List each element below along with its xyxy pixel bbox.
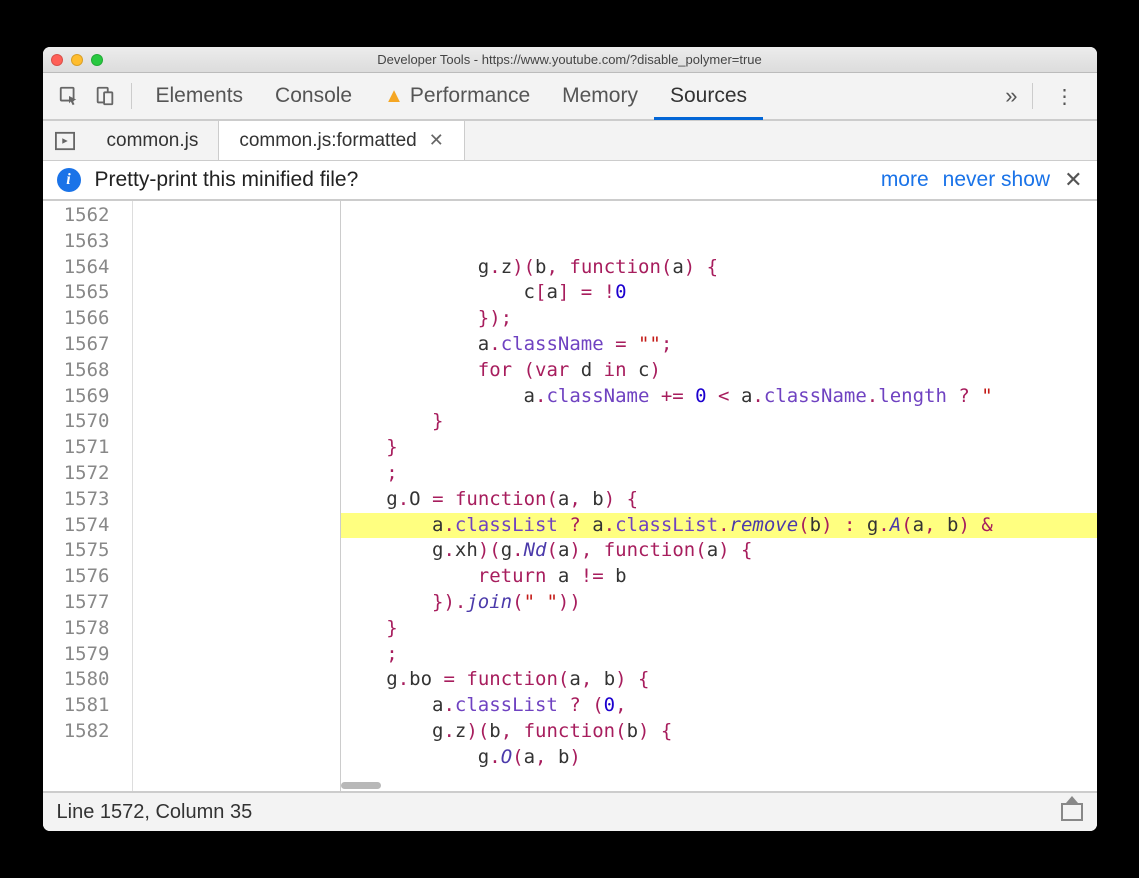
pretty-print-infobar: i Pretty-print this minified file? more … bbox=[43, 161, 1097, 201]
code-line[interactable]: g.z)(b, function(a) { bbox=[341, 255, 1097, 281]
tab-elements[interactable]: Elements bbox=[140, 72, 260, 120]
line-number: 1577 bbox=[43, 590, 110, 616]
device-toolbar-icon[interactable] bbox=[87, 78, 123, 114]
warning-icon: ▲ bbox=[384, 72, 404, 120]
tab-sources[interactable]: Sources bbox=[654, 72, 763, 120]
line-number: 1570 bbox=[43, 409, 110, 435]
infobar-close-icon[interactable]: ✕ bbox=[1064, 167, 1082, 193]
line-number: 1573 bbox=[43, 487, 110, 513]
line-number: 1582 bbox=[43, 719, 110, 745]
code-line[interactable]: }); bbox=[341, 306, 1097, 332]
line-number-gutter: 1562156315641565156615671568156915701571… bbox=[43, 201, 133, 791]
code-line[interactable]: g.xh)(g.Nd(a), function(a) { bbox=[341, 538, 1097, 564]
line-number: 1567 bbox=[43, 332, 110, 358]
devtools-window: Developer Tools - https://www.youtube.co… bbox=[43, 47, 1097, 831]
tab-console[interactable]: Console bbox=[259, 72, 368, 120]
line-number: 1562 bbox=[43, 203, 110, 229]
infobar-more-link[interactable]: more bbox=[881, 168, 929, 192]
horizontal-scrollbar[interactable] bbox=[341, 782, 381, 789]
line-number: 1563 bbox=[43, 229, 110, 255]
inspect-element-icon[interactable] bbox=[51, 78, 87, 114]
code-line[interactable]: a.className = ""; bbox=[341, 332, 1097, 358]
close-tab-icon[interactable]: ✕ bbox=[429, 130, 444, 151]
line-number: 1578 bbox=[43, 616, 110, 642]
line-number: 1579 bbox=[43, 642, 110, 668]
code-line[interactable]: c[a] = !0 bbox=[341, 280, 1097, 306]
settings-menu-icon[interactable]: ⋮ bbox=[1041, 84, 1089, 109]
cursor-position: Line 1572, Column 35 bbox=[57, 801, 253, 824]
status-bar: Line 1572, Column 35 bbox=[43, 791, 1097, 831]
code-line[interactable]: a.className += 0 < a.className.length ? … bbox=[341, 384, 1097, 410]
line-number: 1568 bbox=[43, 358, 110, 384]
code-line[interactable]: ; bbox=[341, 642, 1097, 668]
line-number: 1574 bbox=[43, 513, 110, 539]
code-line[interactable]: for (var d in c) bbox=[341, 358, 1097, 384]
code-line[interactable]: g.bo = function(a, b) { bbox=[341, 667, 1097, 693]
code-line[interactable]: g.O = function(a, b) { bbox=[341, 487, 1097, 513]
line-number: 1571 bbox=[43, 435, 110, 461]
tab-memory[interactable]: Memory bbox=[546, 72, 654, 120]
main-toolbar: Elements Console ▲Performance Memory Sou… bbox=[43, 73, 1097, 121]
toolbar-divider bbox=[131, 83, 132, 109]
code-line[interactable]: } bbox=[341, 409, 1097, 435]
file-tab-common-js[interactable]: common.js bbox=[87, 121, 220, 160]
navigator-toggle-icon[interactable] bbox=[43, 121, 87, 160]
code-line[interactable]: a.classList ? a.classList.remove(b) : g.… bbox=[341, 513, 1097, 539]
line-number: 1564 bbox=[43, 255, 110, 281]
code-line[interactable] bbox=[341, 771, 1097, 791]
line-number: 1569 bbox=[43, 384, 110, 410]
code-line[interactable]: a.classList ? (0, bbox=[341, 693, 1097, 719]
line-number: 1580 bbox=[43, 667, 110, 693]
code-content[interactable]: g.z)(b, function(a) { c[a] = !0 }); a.cl… bbox=[341, 201, 1097, 791]
gutter-gap bbox=[133, 201, 341, 791]
file-tabs-bar: common.js common.js:formatted ✕ bbox=[43, 121, 1097, 161]
code-line[interactable]: g.z)(b, function(b) { bbox=[341, 719, 1097, 745]
window-title: Developer Tools - https://www.youtube.co… bbox=[43, 52, 1097, 67]
code-line[interactable]: } bbox=[341, 435, 1097, 461]
code-line[interactable]: return a != b bbox=[341, 564, 1097, 590]
line-number: 1581 bbox=[43, 693, 110, 719]
code-line[interactable]: }).join(" ")) bbox=[341, 590, 1097, 616]
code-line[interactable]: ; bbox=[341, 461, 1097, 487]
info-icon: i bbox=[57, 168, 81, 192]
line-number: 1566 bbox=[43, 306, 110, 332]
drawer-toggle-icon[interactable] bbox=[1061, 803, 1083, 821]
code-line[interactable]: } bbox=[341, 616, 1097, 642]
titlebar: Developer Tools - https://www.youtube.co… bbox=[43, 47, 1097, 73]
code-line[interactable]: g.O(a, b) bbox=[341, 745, 1097, 771]
code-editor[interactable]: 1562156315641565156615671568156915701571… bbox=[43, 201, 1097, 791]
infobar-message: Pretty-print this minified file? bbox=[95, 168, 359, 192]
line-number: 1576 bbox=[43, 564, 110, 590]
line-number: 1572 bbox=[43, 461, 110, 487]
file-tab-common-js-formatted[interactable]: common.js:formatted ✕ bbox=[219, 121, 465, 160]
line-number: 1575 bbox=[43, 538, 110, 564]
tab-performance[interactable]: ▲Performance bbox=[368, 72, 546, 120]
more-tabs-icon[interactable]: » bbox=[993, 83, 1023, 109]
line-number: 1565 bbox=[43, 280, 110, 306]
infobar-nevershow-link[interactable]: never show bbox=[943, 168, 1050, 192]
toolbar-divider bbox=[1032, 83, 1033, 109]
